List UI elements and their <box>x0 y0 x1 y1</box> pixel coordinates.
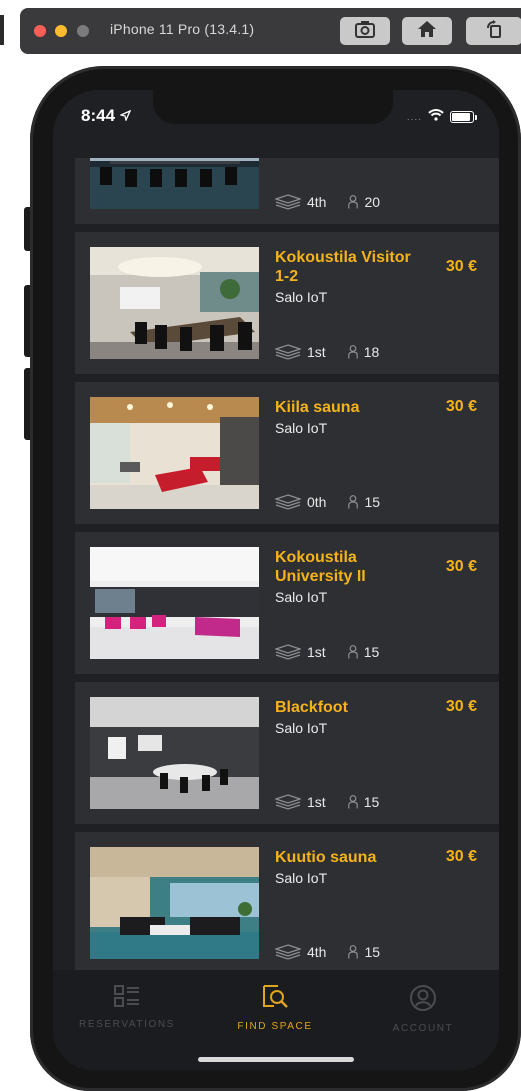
space-thumbnail <box>90 847 259 959</box>
floor-label: 1st <box>307 644 326 660</box>
tab-label: FIND SPACE <box>237 1021 313 1032</box>
capacity-label: 18 <box>363 344 380 360</box>
space-card[interactable]: Kuutio sauna 30 € Salo IoT 4th 15 <box>75 832 499 974</box>
space-thumbnail <box>90 397 259 509</box>
app-screen: 4th 20 Kokoustila Visitor 1-2 30 € Salo … <box>53 90 499 1070</box>
capacity-label: 15 <box>364 944 381 960</box>
space-location: Salo IoT <box>275 720 328 736</box>
floor-icon <box>275 644 301 660</box>
space-price: 30 € <box>445 258 477 275</box>
space-price: 30 € <box>445 398 477 415</box>
space-location: Salo IoT <box>275 589 328 605</box>
capacity-label: 15 <box>364 494 381 510</box>
zoom-window-button[interactable] <box>77 25 89 37</box>
search-space-icon <box>260 985 290 1014</box>
capacity-label: 15 <box>363 644 380 660</box>
window-edge <box>0 15 4 45</box>
notch <box>153 90 393 124</box>
space-thumbnail <box>90 547 259 659</box>
signal-dots: .... <box>406 111 422 123</box>
space-price: 30 € <box>445 698 477 715</box>
screenshot-icon <box>355 20 375 43</box>
status-indicators: .... <box>407 108 477 126</box>
space-thumbnail <box>90 697 259 809</box>
space-thumbnail <box>90 247 259 359</box>
space-name: Blackfoot <box>275 699 348 716</box>
space-name: Kokoustila University II <box>275 549 366 585</box>
person-icon <box>347 645 358 659</box>
battery-icon <box>450 111 474 123</box>
person-icon <box>347 345 358 359</box>
tab-bar: RESERVATIONS FIND SPACE ACCOUNT <box>53 970 499 1070</box>
space-meta: 4th 15 <box>275 944 380 960</box>
floor-icon <box>275 794 301 810</box>
floor-label: 1st <box>307 794 326 810</box>
space-card[interactable]: Kokoustila Visitor 1-2 30 € Salo IoT 1st… <box>75 232 499 374</box>
account-icon <box>409 985 437 1016</box>
home-icon <box>417 20 437 43</box>
list-icon <box>113 985 141 1012</box>
space-name: Kokoustila Visitor 1-2 <box>275 249 411 285</box>
location-arrow-icon <box>118 106 132 125</box>
home-button[interactable] <box>402 17 452 45</box>
space-location: Salo IoT <box>275 289 328 305</box>
space-card[interactable]: Blackfoot 30 € Salo IoT 1st 15 <box>75 682 499 824</box>
space-price: 30 € <box>445 848 477 865</box>
floor-label: 4th <box>307 194 327 210</box>
simulator-title: iPhone 11 Pro (13.4.1) <box>110 21 255 37</box>
tab-find-space[interactable]: FIND SPACE <box>201 984 349 1032</box>
status-time: 8:44 <box>81 106 132 126</box>
person-icon <box>348 495 359 509</box>
space-location: Salo IoT <box>275 870 328 886</box>
screenshot-button[interactable] <box>340 17 390 45</box>
capacity-label: 15 <box>363 794 380 810</box>
space-meta: 0th 15 <box>275 494 380 510</box>
floor-label: 4th <box>307 944 327 960</box>
person-icon <box>347 795 358 809</box>
space-price: 30 € <box>445 558 477 575</box>
space-meta: 4th 20 <box>275 194 380 210</box>
tab-account[interactable]: ACCOUNT <box>349 984 497 1034</box>
minimize-window-button[interactable] <box>55 25 67 37</box>
status-bar: 8:44 .... <box>53 90 499 158</box>
tab-reservations[interactable]: RESERVATIONS <box>53 984 201 1030</box>
floor-icon <box>275 494 301 510</box>
space-location: Salo IoT <box>275 420 328 436</box>
close-window-button[interactable] <box>34 25 46 37</box>
floor-icon <box>275 344 301 360</box>
rotate-icon <box>485 19 503 43</box>
space-meta: 1st 15 <box>275 644 379 660</box>
space-card[interactable]: Kokoustila University II 30 € Salo IoT 1… <box>75 532 499 674</box>
rotate-button[interactable] <box>466 17 521 45</box>
space-card[interactable]: Kiila sauna 30 € Salo IoT 0th 15 <box>75 382 499 524</box>
simulator-toolbar: iPhone 11 Pro (13.4.1) <box>20 8 521 54</box>
floor-label: 1st <box>307 344 326 360</box>
floor-label: 0th <box>307 494 327 510</box>
wifi-icon <box>428 108 444 126</box>
space-name: Kiila sauna <box>275 399 360 416</box>
person-icon <box>348 945 359 959</box>
space-name: Kuutio sauna <box>275 849 377 866</box>
floor-icon <box>275 944 301 960</box>
space-meta: 1st 18 <box>275 344 379 360</box>
person-icon <box>348 195 359 209</box>
space-meta: 1st 15 <box>275 794 379 810</box>
home-indicator[interactable] <box>198 1057 354 1062</box>
capacity-label: 20 <box>364 194 381 210</box>
tab-label: ACCOUNT <box>392 1023 454 1034</box>
floor-icon <box>275 194 301 210</box>
tab-label: RESERVATIONS <box>79 1019 175 1030</box>
